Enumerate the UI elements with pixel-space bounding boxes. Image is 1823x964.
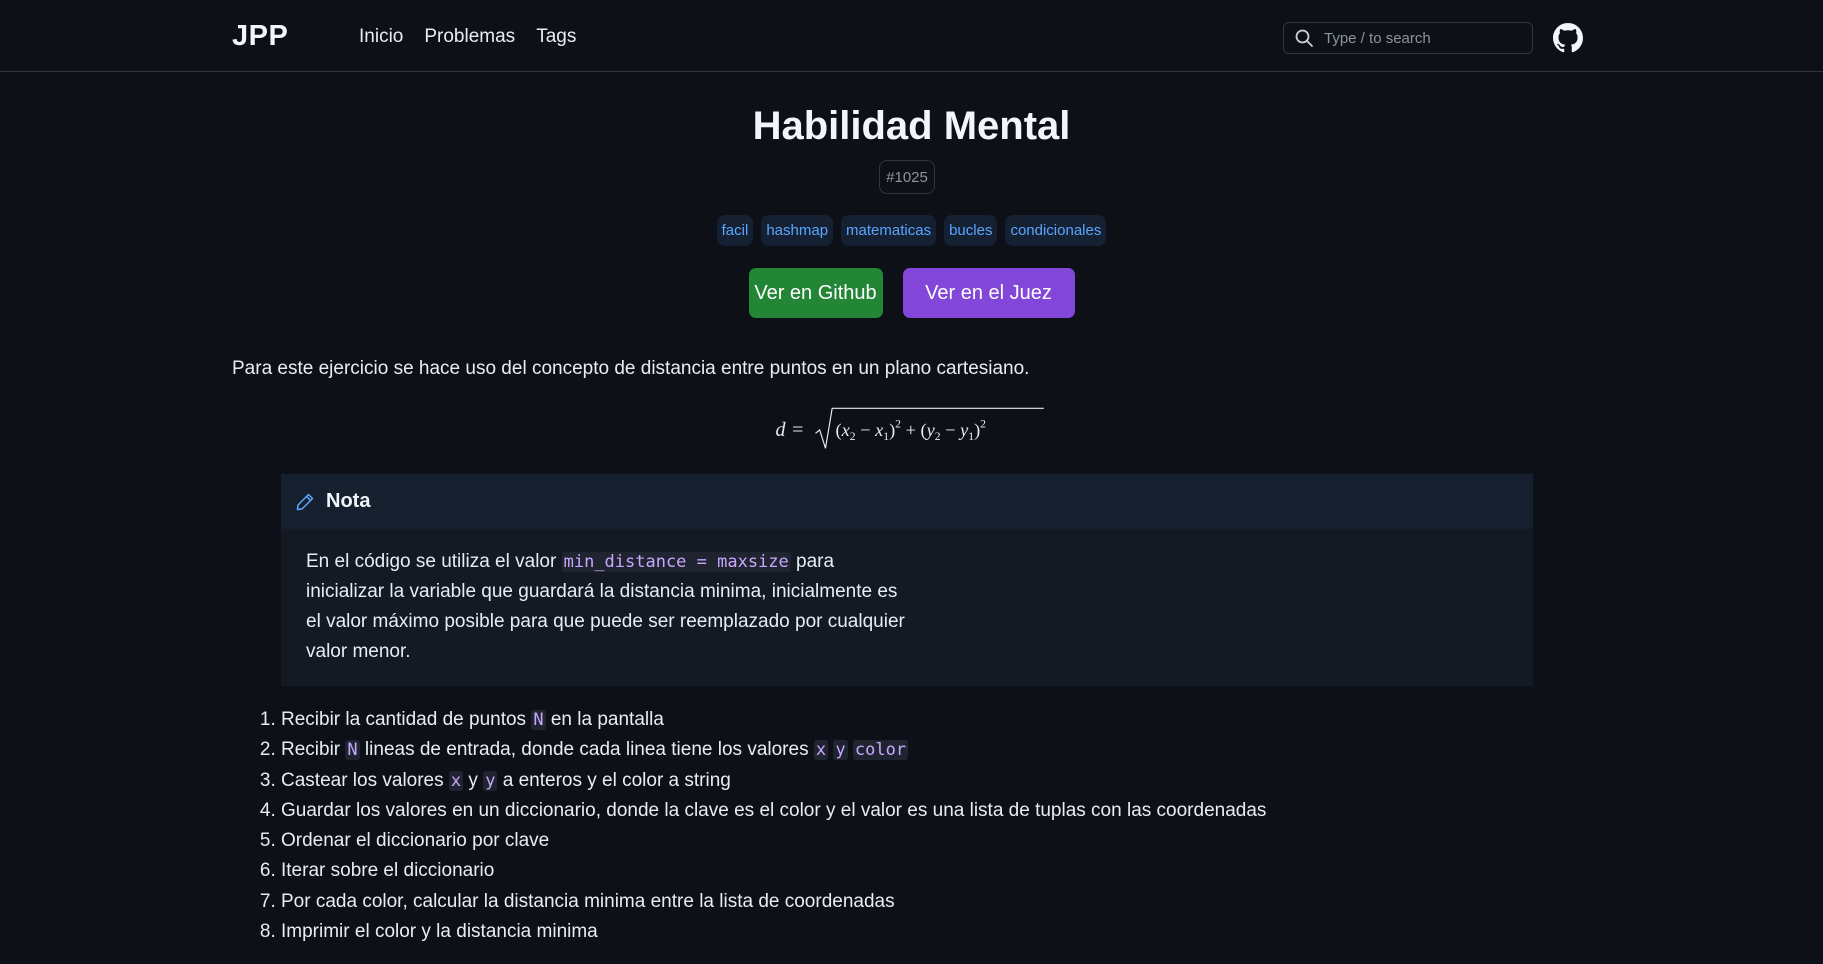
view-judge-button[interactable]: Ver en el Juez — [902, 268, 1075, 318]
intro-text: Para este ejercicio se hace uso del conc… — [232, 358, 1030, 379]
inline-code: x — [448, 770, 464, 791]
step-item: Por cada color, calcular la distancia mi… — [281, 887, 1266, 917]
pencil-icon — [296, 493, 314, 510]
step-item: Guardar los valores en un diccionario, d… — [281, 796, 1266, 826]
steps-list: Recibir la cantidad de puntos N en la pa… — [232, 705, 1266, 947]
step-item: Imprimir el color y la distancia minima — [281, 917, 1266, 947]
svg-text:=: = — [792, 419, 803, 441]
step-item: Ordenar el diccionario por clave — [281, 826, 1266, 856]
inline-code: x — [813, 740, 829, 761]
step-item: Recibir la cantidad de puntos N en la pa… — [281, 705, 1266, 735]
tag-list: facil hashmap matematicas bucles condici… — [0, 215, 1823, 246]
page-title: Habilidad Mental — [752, 104, 1071, 148]
step-item: Recibir N lineas de entrada, donde cada … — [281, 735, 1266, 765]
inline-code: color — [852, 740, 909, 761]
nav-inicio[interactable]: Inicio — [359, 26, 403, 48]
note-code: min_distance = maxsize — [561, 552, 791, 572]
inline-code: y — [483, 770, 498, 791]
tag-bucles[interactable]: bucles — [944, 215, 998, 246]
note-title: Nota — [326, 490, 371, 512]
inline-code: y — [833, 740, 848, 761]
nav-problemas[interactable]: Problemas — [424, 26, 515, 48]
main-nav: Inicio Problemas Tags — [359, 26, 576, 48]
note-body: En el código se utiliza el valor min_dis… — [281, 529, 941, 667]
action-buttons: Ver en Github Ver en el Juez — [0, 268, 1823, 318]
inline-code: N — [531, 710, 546, 730]
tag-matematicas[interactable]: matematicas — [841, 215, 937, 246]
note-callout: Nota En el código se utiliza el valor mi… — [281, 474, 1533, 686]
brand-logo[interactable]: JPP — [232, 20, 288, 53]
step-item: Castear los valores x y y a enteros y el… — [281, 766, 1266, 796]
view-github-button[interactable]: Ver en Github — [748, 268, 883, 318]
inline-code: N — [345, 740, 360, 761]
svg-text:(x2 − x1)2 + (y2 − y1)2: (x2 − x1)2 + (y2 − y1)2 — [836, 418, 987, 444]
note-text-before: En el código se utiliza el valor — [306, 551, 562, 572]
tag-hashmap[interactable]: hashmap — [761, 215, 834, 246]
github-icon[interactable] — [1553, 23, 1583, 53]
nav-tags[interactable]: Tags — [536, 26, 576, 48]
search-icon — [1295, 29, 1313, 47]
distance-formula: d = (x2 − x1)2 + (y2 − y1)2 — [776, 407, 1044, 449]
svg-text:d: d — [776, 419, 787, 441]
step-item: Iterar sobre el diccionario — [281, 856, 1266, 886]
note-header: Nota — [281, 474, 1533, 529]
search-box[interactable] — [1283, 22, 1533, 54]
top-navbar: JPP Inicio Problemas Tags — [0, 0, 1823, 72]
tag-condicionales[interactable]: condicionales — [1005, 215, 1107, 246]
search-input[interactable] — [1322, 28, 1516, 48]
problem-id-badge: #1025 — [879, 160, 935, 194]
tag-facil[interactable]: facil — [716, 215, 754, 246]
